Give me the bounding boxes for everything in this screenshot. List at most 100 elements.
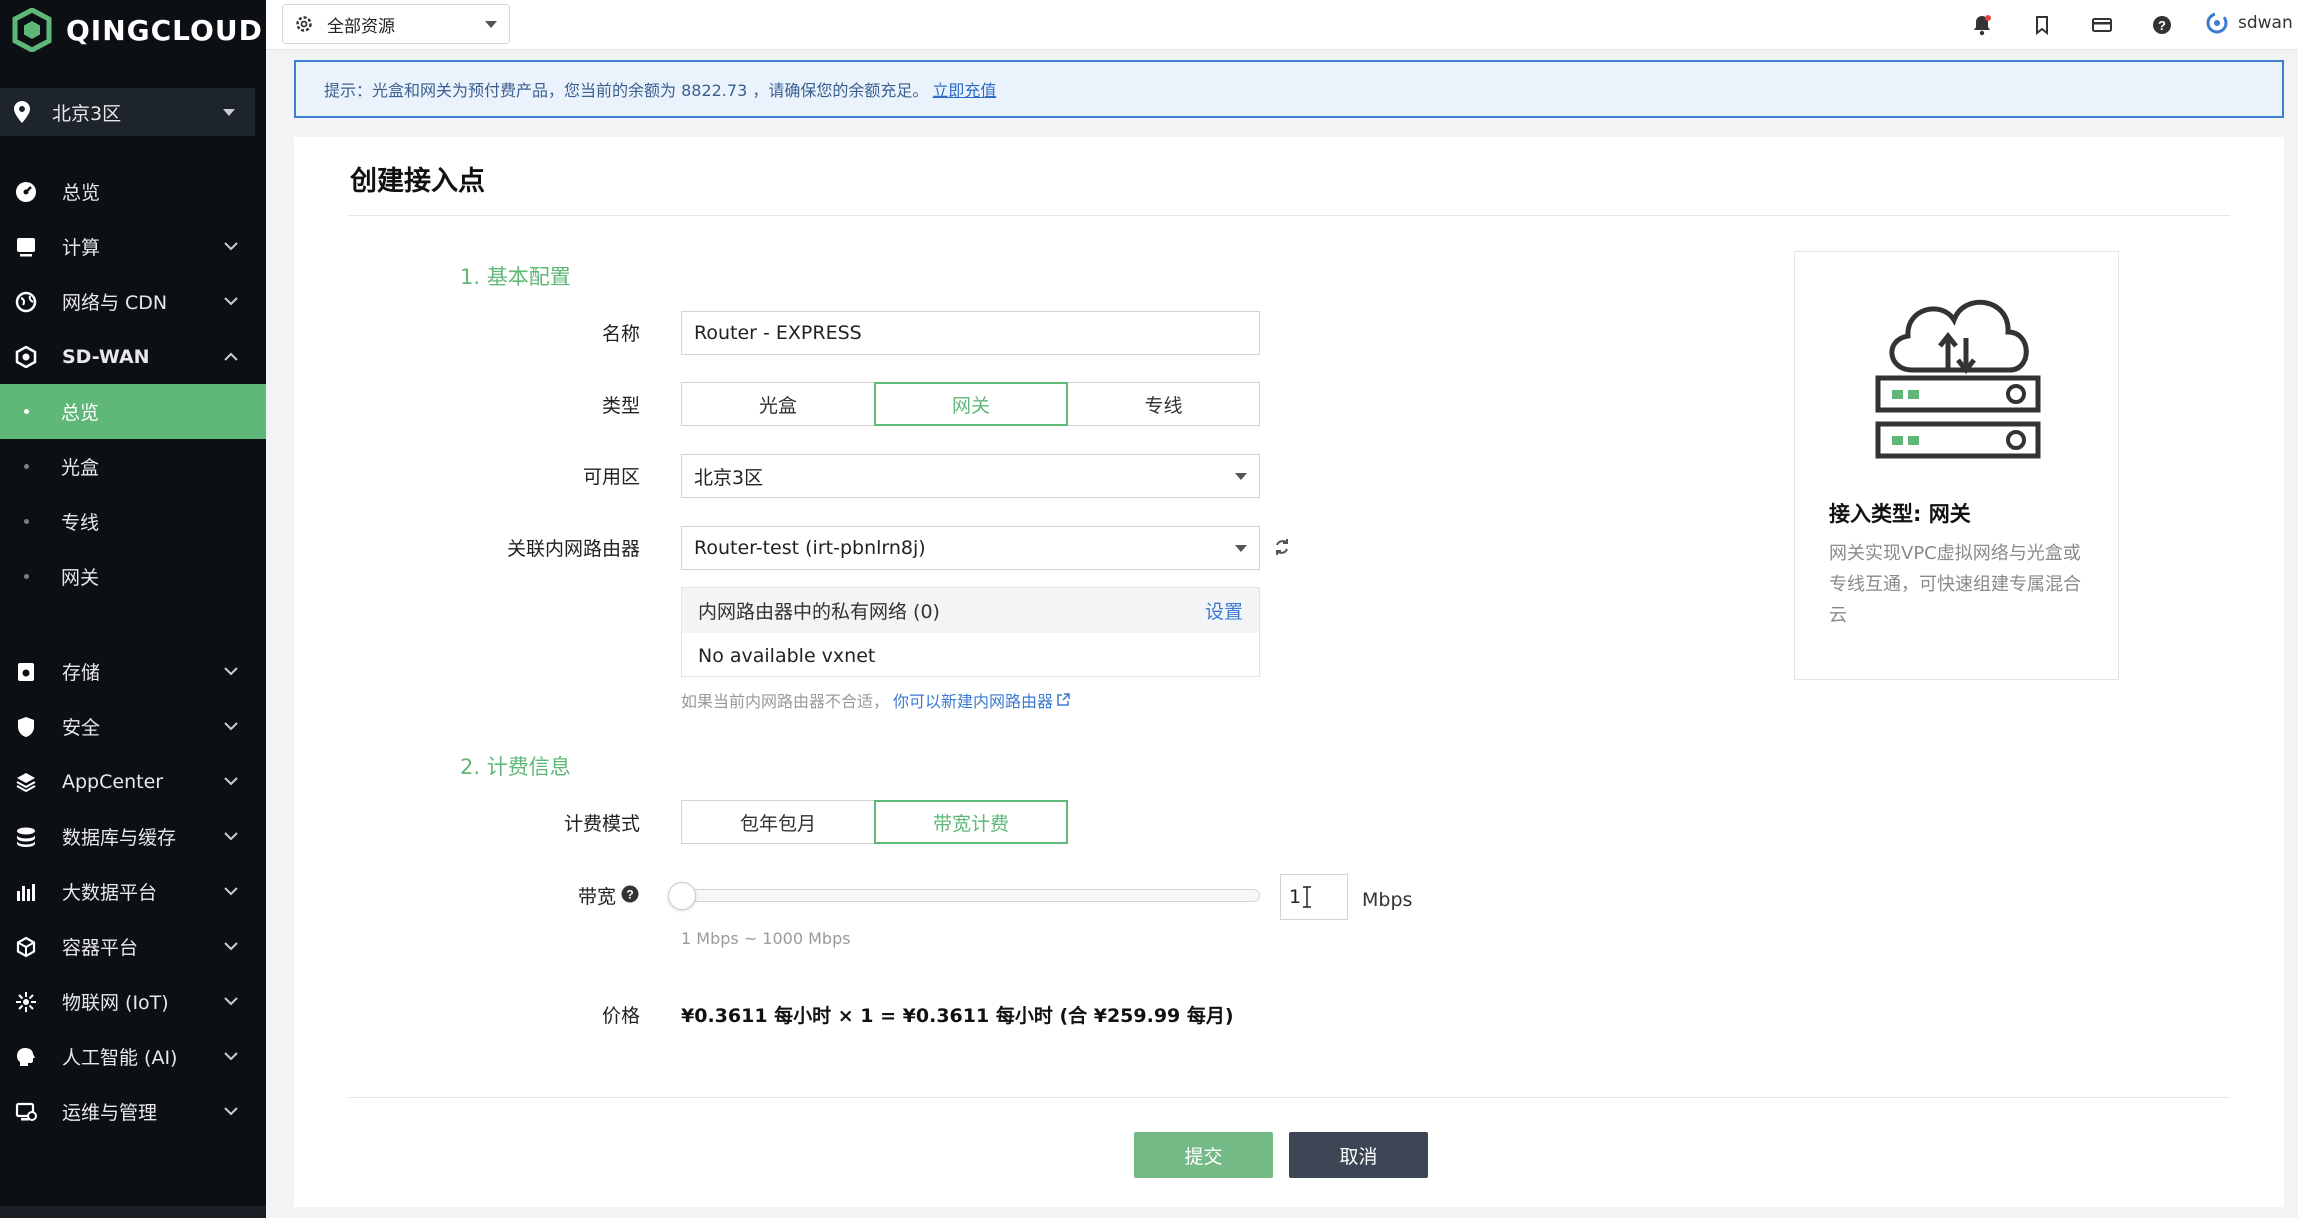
sidebar-subitem-dedicated-line[interactable]: 专线 bbox=[0, 494, 266, 549]
billing-mode-label: 计费模式 bbox=[563, 813, 640, 835]
bandwidth-input-value: 1 bbox=[1289, 886, 1302, 908]
chevron-down-icon bbox=[224, 722, 238, 731]
globe-icon bbox=[14, 290, 38, 314]
router-select[interactable]: Router-test (irt-pbnlrn8j) bbox=[681, 526, 1260, 570]
divider bbox=[348, 215, 2230, 216]
chevron-down-icon bbox=[224, 667, 238, 676]
recharge-link[interactable]: 立即充值 bbox=[932, 77, 996, 101]
svg-text:?: ? bbox=[2158, 18, 2166, 33]
user-menu[interactable]: sdwan bbox=[2206, 12, 2293, 34]
type-segmented-control: 光盒 网关 专线 bbox=[681, 382, 1260, 426]
sidebar-item-network-cdn[interactable]: 网络与 CDN bbox=[0, 274, 266, 329]
sidebar-subitem-label: 网关 bbox=[61, 567, 100, 589]
router-label: 关联内网路由器 bbox=[506, 538, 640, 560]
bandwidth-range-hint: 1 Mbps ~ 1000 Mbps bbox=[681, 929, 851, 948]
sidebar-item-ai[interactable]: 人工智能 (AI) bbox=[0, 1029, 266, 1084]
sidebar-subitem-label: 专线 bbox=[61, 512, 100, 534]
svg-text:?: ? bbox=[626, 888, 633, 902]
caret-down-icon bbox=[223, 108, 235, 116]
zone-select[interactable]: 北京3区 bbox=[681, 454, 1260, 498]
bandwidth-unit: Mbps bbox=[1362, 889, 1413, 911]
ai-head-icon bbox=[14, 1045, 38, 1069]
name-input-value: Router - EXPRESS bbox=[694, 322, 862, 344]
sidebar-item-label: 物联网 (IoT) bbox=[62, 992, 169, 1014]
bandwidth-slider-handle[interactable] bbox=[668, 882, 696, 910]
sidebar-item-compute[interactable]: 计算 bbox=[0, 219, 266, 274]
create-router-link[interactable]: 你可以新建内网路由器 bbox=[893, 688, 1053, 712]
external-link-icon bbox=[1056, 693, 1070, 707]
billing-option-bandwidth[interactable]: 带宽计费 bbox=[874, 800, 1068, 844]
notification-bell-icon[interactable] bbox=[1970, 13, 1994, 37]
bandwidth-label: 带宽 bbox=[577, 886, 616, 908]
logo[interactable]: QINGCLOUD bbox=[12, 8, 263, 52]
billing-mode-segmented-control: 包年包月 带宽计费 bbox=[681, 800, 1068, 844]
bar-chart-icon bbox=[14, 880, 38, 904]
sidebar-collapse-bar[interactable] bbox=[0, 1206, 266, 1218]
sidebar-item-label: 数据库与缓存 bbox=[62, 827, 177, 849]
chevron-down-icon bbox=[224, 887, 238, 896]
sidebar-item-appcenter[interactable]: AppCenter bbox=[0, 754, 266, 809]
chevron-up-icon bbox=[224, 352, 238, 361]
sidebar-item-storage[interactable]: 存储 bbox=[0, 644, 266, 699]
sidebar-nav-bottom: 存储 安全 AppCenter 数据库与缓存 大数据平台 容器平台 物联网 (I… bbox=[0, 644, 266, 1139]
refresh-icon[interactable] bbox=[1272, 537, 1292, 557]
price-value: ¥0.3611 每小时 × 1 = ¥0.3611 每小时 (合 ¥259.99… bbox=[681, 1005, 1234, 1027]
caret-down-icon bbox=[1235, 472, 1247, 480]
sidebar-item-bigdata[interactable]: 大数据平台 bbox=[0, 864, 266, 919]
chevron-down-icon bbox=[224, 242, 238, 251]
caret-down-icon bbox=[485, 20, 497, 28]
bookmark-icon[interactable] bbox=[2030, 13, 2054, 37]
region-label: 北京3区 bbox=[52, 102, 122, 125]
layers-icon bbox=[14, 770, 38, 794]
price-label: 价格 bbox=[601, 1005, 640, 1027]
divider bbox=[348, 1097, 2230, 1098]
sidebar-item-iot[interactable]: 物联网 (IoT) bbox=[0, 974, 266, 1029]
qingcloud-logo-icon bbox=[12, 8, 52, 52]
brand-name: QINGCLOUD bbox=[66, 13, 263, 47]
database-icon bbox=[14, 825, 38, 849]
type-option-lightbox[interactable]: 光盒 bbox=[681, 382, 875, 426]
resource-selector[interactable]: 全部资源 bbox=[282, 4, 510, 44]
sidebar-item-sdwan[interactable]: SD-WAN bbox=[0, 329, 266, 384]
bandwidth-slider-track[interactable] bbox=[681, 889, 1260, 902]
name-input[interactable]: Router - EXPRESS bbox=[681, 311, 1260, 355]
text-cursor-icon bbox=[1302, 886, 1312, 908]
cube-icon bbox=[14, 935, 38, 959]
create-access-point-panel: 创建接入点 1. 基本配置 名称 Router - EXPRESS 类型 光盒 … bbox=[294, 137, 2284, 1207]
chevron-down-icon bbox=[224, 297, 238, 306]
type-option-dedicated-line[interactable]: 专线 bbox=[1067, 382, 1260, 426]
type-option-gateway[interactable]: 网关 bbox=[874, 382, 1068, 426]
sidebar-subitem-lightbox[interactable]: 光盒 bbox=[0, 439, 266, 494]
region-selector[interactable]: 北京3区 bbox=[0, 88, 255, 136]
sidebar-item-label: 大数据平台 bbox=[62, 882, 158, 904]
vxnet-settings-link[interactable]: 设置 bbox=[1205, 597, 1243, 624]
sidebar-subitem-gateway[interactable]: 网关 bbox=[0, 549, 266, 604]
help-icon[interactable]: ? bbox=[2150, 13, 2174, 37]
sidebar-item-label: AppCenter bbox=[62, 770, 164, 793]
info-card-description: 网关实现VPC虚拟网络与光盒或专线互通，可快速组建专属混合云 bbox=[1829, 543, 2081, 626]
sidebar-item-overview[interactable]: 总览 bbox=[0, 164, 266, 219]
billing-option-monthly[interactable]: 包年包月 bbox=[681, 800, 875, 844]
sidebar-item-container[interactable]: 容器平台 bbox=[0, 919, 266, 974]
bullet-dot bbox=[24, 519, 29, 524]
sidebar-subitem-sdwan-overview[interactable]: 总览 bbox=[0, 384, 266, 439]
billing-card-icon[interactable] bbox=[2090, 13, 2114, 37]
sidebar-item-label: SD-WAN bbox=[62, 345, 150, 368]
settings-gear-icon bbox=[295, 15, 313, 33]
sdwan-icon bbox=[14, 345, 38, 369]
cloud-gateway-illustration-icon bbox=[1870, 286, 2046, 466]
top-bar: 全部资源 ? sdwan bbox=[266, 0, 2298, 50]
sidebar-item-database[interactable]: 数据库与缓存 bbox=[0, 809, 266, 864]
bandwidth-input[interactable]: 1 bbox=[1280, 874, 1348, 920]
chevron-down-icon bbox=[224, 997, 238, 1006]
sidebar-item-security[interactable]: 安全 bbox=[0, 699, 266, 754]
sidebar-item-label: 网络与 CDN bbox=[62, 292, 168, 314]
cancel-button[interactable]: 取消 bbox=[1289, 1132, 1428, 1178]
user-avatar-icon bbox=[2206, 12, 2228, 34]
vxnet-empty-state: No available vxnet bbox=[698, 644, 876, 667]
submit-button[interactable]: 提交 bbox=[1134, 1132, 1273, 1178]
access-type-info-card: 接入类型: 网关 网关实现VPC虚拟网络与光盒或专线互通，可快速组建专属混合云 bbox=[1794, 251, 2119, 680]
sidebar-item-ops[interactable]: 运维与管理 bbox=[0, 1084, 266, 1139]
help-circle-icon[interactable]: ? bbox=[621, 885, 639, 903]
info-card-title: 接入类型: 网关 bbox=[1829, 502, 1971, 526]
